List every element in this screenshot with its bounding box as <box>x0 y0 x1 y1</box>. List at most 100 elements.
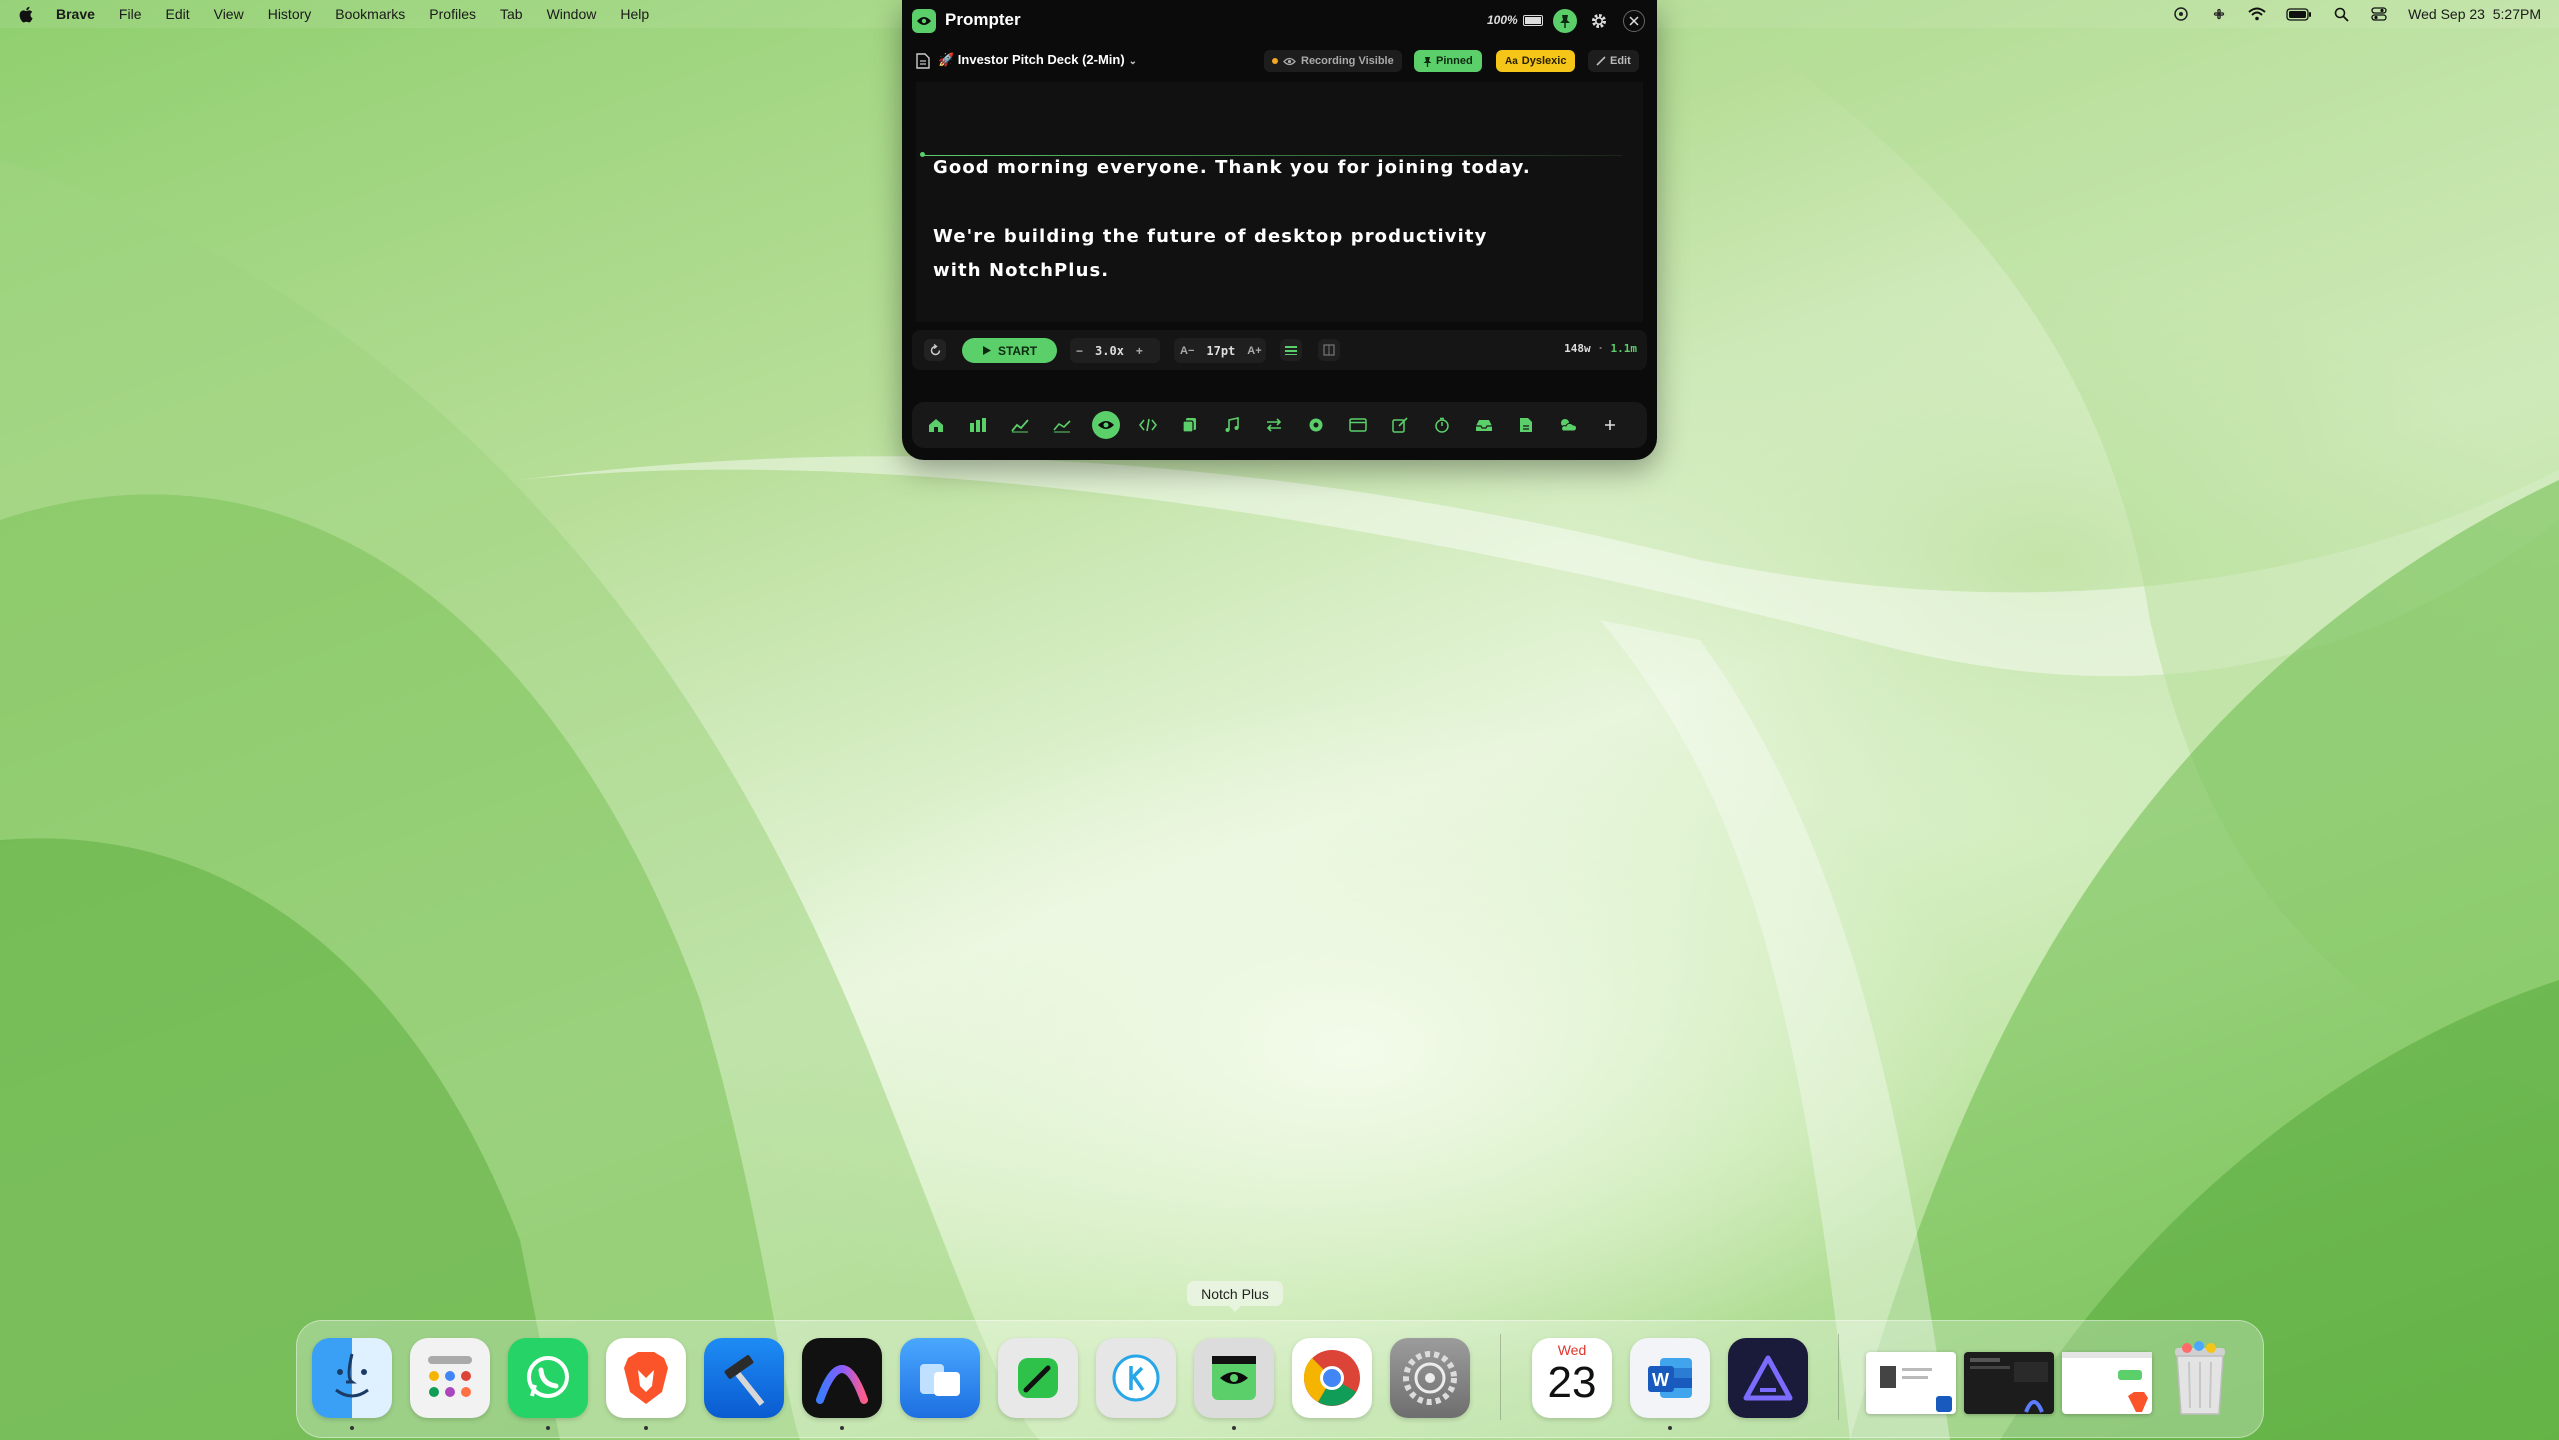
line-chart-icon[interactable] <box>1008 413 1032 437</box>
menu-bar-clock[interactable]: Wed Sep 23 5:27PM <box>2408 6 2541 22</box>
eye-icon[interactable] <box>1092 411 1120 439</box>
brave-browser-icon[interactable] <box>606 1338 686 1418</box>
document-title: 🚀 Investor Pitch Deck (2-Min) <box>938 52 1125 67</box>
calendar-icon[interactable]: Wed 23 <box>1532 1338 1612 1418</box>
music-icon[interactable] <box>1220 413 1244 437</box>
play-icon <box>982 346 991 355</box>
running-indicator <box>1668 1426 1672 1430</box>
duration: 1.1m <box>1610 342 1638 355</box>
battery-icon[interactable] <box>2286 6 2312 22</box>
whatsapp-icon[interactable] <box>508 1338 588 1418</box>
menu-history[interactable]: History <box>268 6 312 22</box>
edit-button[interactable]: Edit <box>1588 50 1639 72</box>
copy-icon[interactable] <box>1178 413 1202 437</box>
speed-increase-button[interactable]: + <box>1130 344 1149 358</box>
battery-icon <box>1522 14 1543 26</box>
speed-control: − 3.0x + <box>1070 338 1160 363</box>
window-icon[interactable] <box>1346 413 1370 437</box>
reset-icon[interactable] <box>924 339 946 361</box>
align-lines-icon[interactable] <box>1280 339 1302 361</box>
font-increase-button[interactable]: A+ <box>1241 345 1267 357</box>
pin-icon[interactable] <box>1553 9 1577 33</box>
jot-app-icon[interactable] <box>998 1338 1078 1418</box>
menu-profiles[interactable]: Profiles <box>429 6 476 22</box>
timer-icon[interactable] <box>1430 413 1454 437</box>
pin-icon <box>1423 56 1432 67</box>
prompter-titlebar: Prompter 100% <box>902 0 1657 40</box>
document-selector[interactable]: 🚀 Investor Pitch Deck (2-Min) ⌄ <box>938 52 1137 68</box>
mirror-app-icon[interactable] <box>900 1338 980 1418</box>
search-icon[interactable] <box>2332 6 2350 22</box>
notch-plus-icon[interactable] <box>1194 1338 1274 1418</box>
edit-label: Edit <box>1610 55 1631 67</box>
start-button[interactable]: START <box>962 338 1057 363</box>
script-line: We're building the future of desktop pro… <box>933 226 1488 247</box>
speed-decrease-button[interactable]: − <box>1070 344 1089 358</box>
svg-text:W: W <box>1652 1370 1669 1390</box>
chevron-down-icon: ⌄ <box>1128 56 1138 67</box>
fan-icon[interactable] <box>2210 6 2228 22</box>
close-icon[interactable] <box>1623 10 1645 32</box>
code-icon[interactable] <box>1136 413 1160 437</box>
menu-app-name[interactable]: Brave <box>56 6 95 22</box>
document-icon[interactable] <box>1514 413 1538 437</box>
dock-tooltip: Notch Plus <box>1187 1281 1283 1312</box>
battery-percent: 100% <box>1487 13 1518 27</box>
google-chrome-icon[interactable] <box>1292 1338 1372 1418</box>
recording-visible-toggle[interactable]: Recording Visible <box>1264 50 1402 72</box>
focus-icon[interactable] <box>2172 6 2190 22</box>
font-decrease-button[interactable]: A− <box>1174 345 1200 357</box>
dyslexic-label: Dyslexic <box>1521 55 1567 67</box>
menu-window[interactable]: Window <box>547 6 597 22</box>
prompter-battery-status: 100% <box>1487 13 1543 27</box>
running-indicator <box>1232 1426 1236 1430</box>
plus-icon[interactable] <box>1598 413 1622 437</box>
calendar-weekday: Wed <box>1557 1342 1587 1358</box>
menu-bookmarks[interactable]: Bookmarks <box>335 6 405 22</box>
running-indicator <box>350 1426 354 1430</box>
edit-note-icon[interactable] <box>1388 413 1412 437</box>
launchpad-icon[interactable] <box>410 1338 490 1418</box>
pinned-label: Pinned <box>1436 55 1473 67</box>
script-line: Good morning everyone. Thank you for joi… <box>933 157 1531 178</box>
prompter-title: Prompter <box>945 10 1021 29</box>
menu-file[interactable]: File <box>119 6 142 22</box>
swap-icon[interactable] <box>1262 413 1286 437</box>
bar-chart-icon[interactable] <box>966 413 990 437</box>
menu-view[interactable]: View <box>214 6 244 22</box>
microsoft-word-icon[interactable]: W <box>1630 1338 1710 1418</box>
font-size-value: 17pt <box>1206 343 1236 358</box>
wifi-icon[interactable] <box>2248 6 2266 22</box>
menu-edit[interactable]: Edit <box>165 6 189 22</box>
finder-icon[interactable] <box>312 1338 392 1418</box>
record-icon[interactable] <box>1304 413 1328 437</box>
minimized-window-brave[interactable] <box>2062 1352 2152 1414</box>
system-settings-icon[interactable] <box>1390 1338 1470 1418</box>
control-center-icon[interactable] <box>2370 6 2388 22</box>
menu-help[interactable]: Help <box>620 6 649 22</box>
playback-controls: START − 3.0x + A− 17pt A+ 148w · 1.1m <box>912 330 1647 370</box>
affinity-icon[interactable] <box>1728 1338 1808 1418</box>
weather-icon[interactable] <box>1556 413 1580 437</box>
menu-tab[interactable]: Tab <box>500 6 523 22</box>
arc-icon[interactable] <box>802 1338 882 1418</box>
running-indicator <box>840 1426 844 1430</box>
xcode-icon[interactable] <box>704 1338 784 1418</box>
minimized-window-arc[interactable] <box>1964 1352 2054 1414</box>
pinned-toggle[interactable]: Pinned <box>1414 50 1482 72</box>
reading-guide-line <box>922 155 1622 156</box>
inbox-icon[interactable] <box>1472 413 1496 437</box>
script-display[interactable]: Good morning everyone. Thank you for joi… <box>916 82 1643 322</box>
settings-gear-icon[interactable] <box>1588 10 1610 32</box>
script-stats: 148w · 1.1m <box>1564 342 1637 355</box>
klack-icon[interactable] <box>1096 1338 1176 1418</box>
eye-icon <box>1283 57 1296 65</box>
mirror-icon[interactable] <box>1318 339 1340 361</box>
area-chart-icon[interactable] <box>1050 413 1074 437</box>
dyslexic-toggle[interactable]: Aa Dyslexic <box>1496 50 1576 72</box>
apple-logo-icon[interactable] <box>18 5 34 23</box>
recording-label: Recording Visible <box>1301 55 1394 67</box>
minimized-window-word[interactable] <box>1866 1352 1956 1414</box>
trash-icon[interactable] <box>2160 1338 2240 1418</box>
home-icon[interactable] <box>924 413 948 437</box>
